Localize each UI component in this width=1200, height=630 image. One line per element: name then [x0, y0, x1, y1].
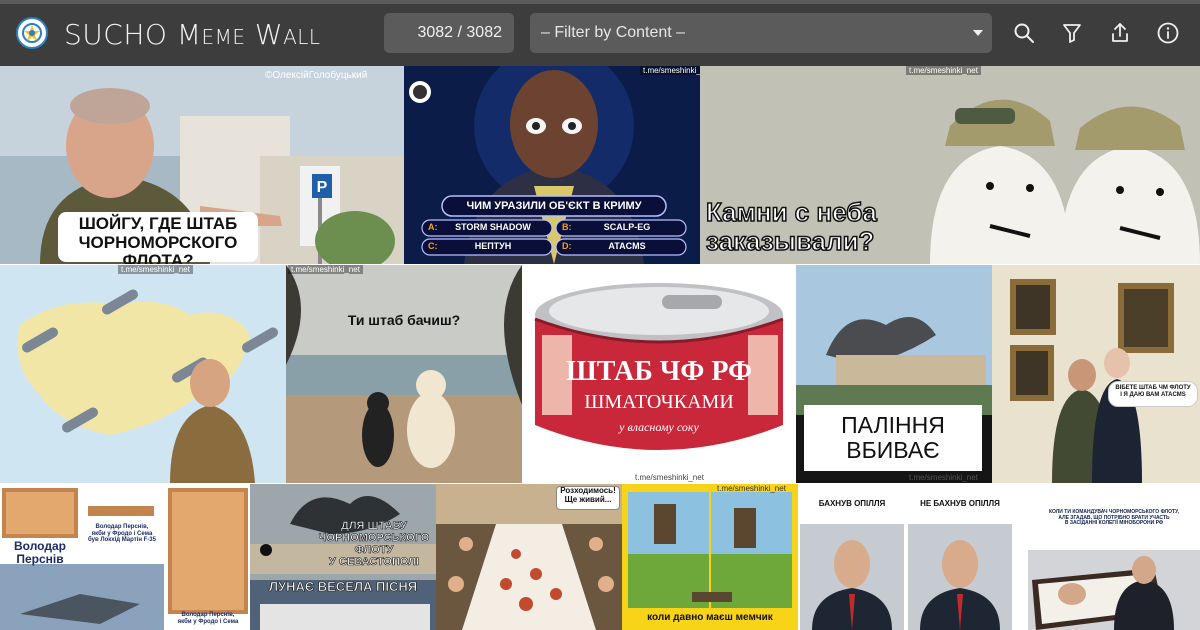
can-label-note: у власному соку — [619, 420, 699, 434]
meme-caption-top: ДЛЯ ШТАБУ ЧОРНОМОРСЬКОГО ФЛОТУ У СЕВАСТО… — [318, 520, 430, 569]
meme-tile-long-meme[interactable]: t.me/smeshinki_net коли давно маєш мемчи… — [622, 484, 798, 630]
filter-icon[interactable] — [1060, 21, 1084, 45]
meme-watermark: t.me/smeshinki_net — [906, 66, 981, 75]
meme-tile-feast[interactable]: Розходимось! Ще живий... — [436, 484, 622, 630]
answer-option: ATACMS — [608, 241, 646, 251]
meme-watermark: t.me/smeshinki_net — [717, 484, 786, 493]
meme-caption: Камни с неба заказывали? — [705, 197, 877, 256]
meme-tile-weather-map[interactable]: t.me/smeshinki_net — [0, 265, 286, 483]
meme-watermark: t.me/smeshinki_net — [288, 265, 363, 274]
meme-caption: ШОЙГУ, ГДЕ ШТАБ ЧОРНОМОРСКОГО ФЛОТА? — [78, 214, 238, 264]
meme-watermark: t.me/smeshinki_net — [118, 265, 193, 274]
meme-credit: ©ОлексійГолобуцький — [265, 70, 368, 81]
book-label: Володар Перснів, якби у Фродо і Сема був… — [88, 524, 156, 544]
quiz-question: ЧИМ УРАЗИЛИ ОБ'ЄКТ В КРИМУ — [466, 200, 642, 212]
search-icon[interactable] — [1012, 21, 1036, 45]
meme-tile-smoking-kills[interactable]: ПАЛІННЯ ВБИВАЄ t.me/smeshinki_net — [796, 265, 992, 483]
meme-tile-sevastopol-song[interactable]: ДЛЯ ШТАБУ ЧОРНОМОРСЬКОГО ФЛОТУ У СЕВАСТО… — [250, 484, 436, 630]
info-icon[interactable] — [1156, 21, 1180, 45]
meme-caption: ПАЛІННЯ ВБИВАЄ — [841, 412, 945, 464]
meme-tile-stones[interactable]: t.me/smeshinki_net Камни с неба заказыва… — [700, 66, 1200, 264]
meme-watermark: t.me/smeshinki_net — [635, 473, 704, 482]
book-label: Володар Перснів — [14, 539, 66, 567]
book-label: Володар Перснів, якби у Фродо і Сема — [177, 612, 239, 625]
meme-tile-shoigu[interactable]: P ©ОлексійГолобуцький ШОЙГУ, ГДЕ ШТАБ ЧО… — [0, 66, 404, 264]
app-title: SUCHO Meme Wall — [64, 18, 321, 51]
can-label-subtitle: ШМАТОЧКАМИ — [584, 391, 734, 413]
meme-watermark: t.me/smeshinki_net — [909, 473, 978, 482]
meme-tile-millionaire[interactable]: t.me/smeshinki_net ЧИМ УРАЗИЛИ ОБ'ЄКТ В … — [404, 66, 700, 264]
meme-tile-beach-pets[interactable]: t.me/smeshinki_net Ти штаб бачиш? — [286, 265, 522, 483]
meme-counter: 3082 / 3082 — [384, 13, 514, 53]
meme-tile-oval-office[interactable]: ВІБЕТЕ ШТАБ ЧМ ФЛОТУ І Я ДАЮ ВАМ ATACMS — [992, 265, 1200, 483]
meme-caption: КОЛИ ТИ КОМАНДУВАЧ ЧОРНОМОРСЬКОГО ФЛОТУ,… — [1048, 509, 1180, 526]
top-bar: SUCHO Meme Wall 3082 / 3082 – Filter by … — [0, 0, 1200, 66]
chevron-down-icon — [973, 30, 983, 36]
panel-label: НЕ БАХНУВ ОПІЛЛЯ — [920, 499, 1000, 508]
svg-text:P: P — [317, 179, 328, 196]
filter-select-value: – Filter by Content – — [541, 24, 686, 41]
meme-caption-bottom: ЛУНАЄ ВЕСЕЛА ПІСНЯ — [268, 579, 418, 594]
content-filter-select[interactable]: – Filter by Content – — [530, 13, 992, 53]
meme-tile-canned-hq[interactable]: ШТАБ ЧФ РФ ШМАТОЧКАМИ у власному соку t.… — [522, 265, 796, 483]
share-icon[interactable] — [1108, 21, 1132, 45]
can-label-title: ШТАБ ЧФ РФ — [565, 356, 753, 387]
meme-caption: коли давно маєш мемчик — [647, 612, 773, 623]
answer-option: SCALP-EG — [603, 222, 651, 232]
sucho-logo-icon[interactable] — [16, 17, 48, 49]
answer-option: STORM SHADOW — [455, 222, 531, 232]
meme-tile-coffin[interactable]: КОЛИ ТИ КОМАНДУВАЧ ЧОРНОМОРСЬКОГО ФЛОТУ,… — [1014, 484, 1200, 630]
answer-option: НЕПТУН — [474, 241, 512, 251]
meme-caption: Розходимось! Ще живий... — [560, 486, 616, 504]
panel-label: БАХНУВ ОПІЛЛЯ — [818, 499, 886, 508]
meme-caption: Ти штаб бачиш? — [347, 312, 461, 328]
meme-watermark: t.me/smeshinki_net — [640, 66, 700, 75]
meme-tile-lord-of-rings[interactable]: Володар Перснів Володар Перснів, якби у … — [0, 484, 250, 630]
bubble-text: ВІБЕТЕ ШТАБ ЧМ ФЛОТУ І Я ДАЮ ВАМ ATACMS — [1115, 385, 1191, 398]
meme-tile-opillia[interactable]: БАХНУВ ОПІЛЛЯ НЕ БАХНУВ ОПІЛЛЯ — [798, 484, 1014, 630]
